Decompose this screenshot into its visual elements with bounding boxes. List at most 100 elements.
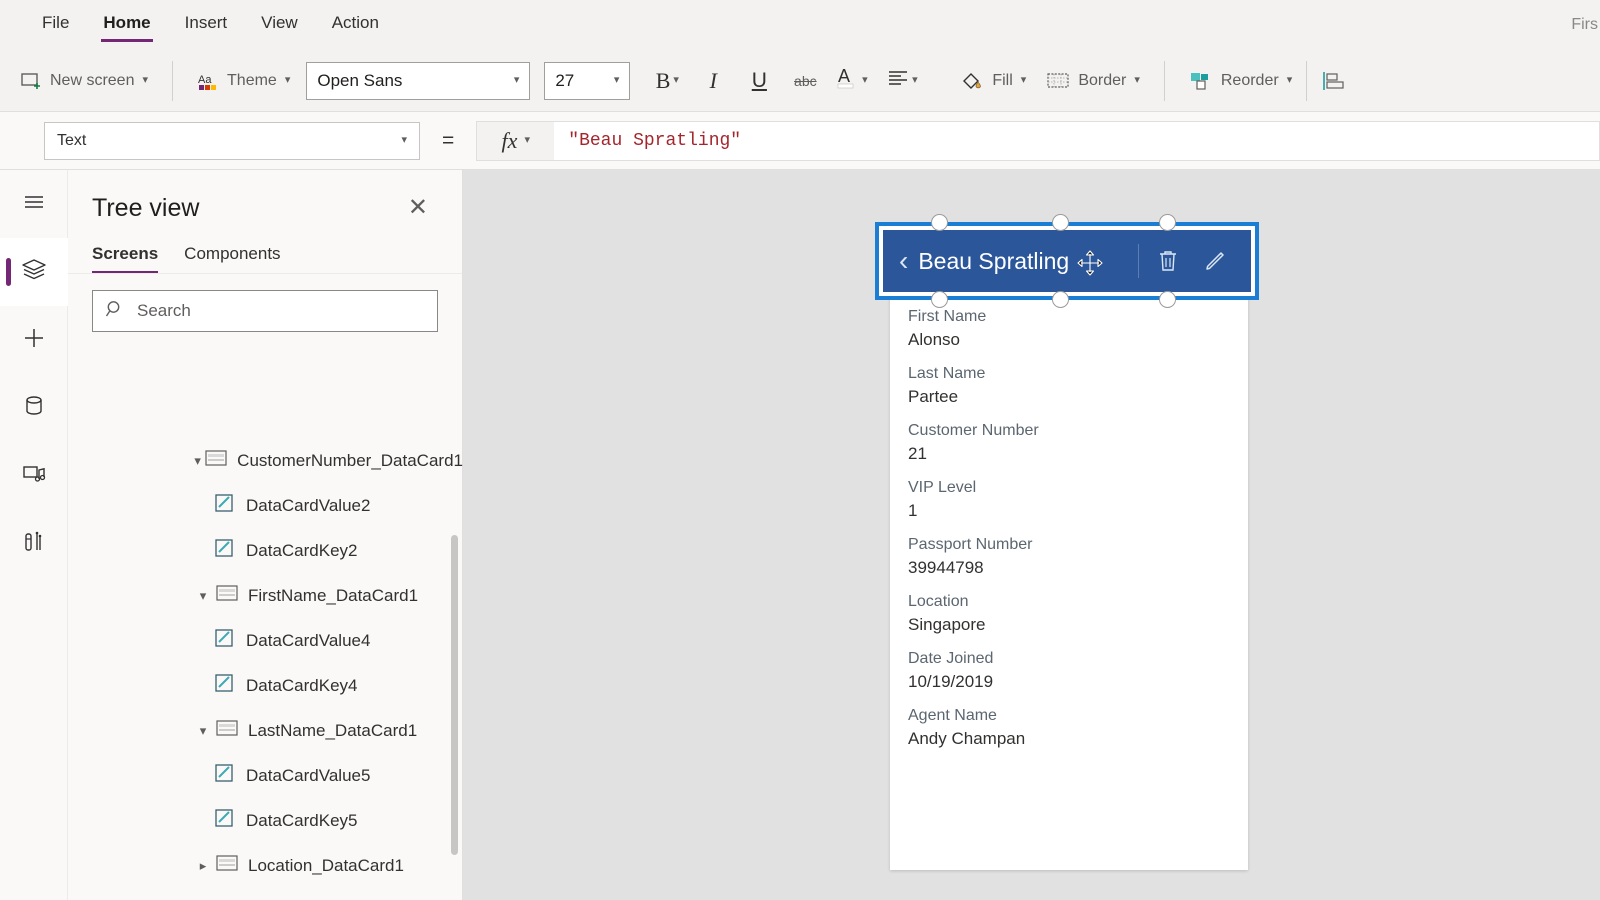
menu-item-file[interactable]: File (40, 9, 71, 42)
rail-button-advanced[interactable] (0, 510, 68, 578)
tree-node-datacardkey4[interactable]: ▾ DataCardKey4 (68, 663, 463, 708)
bold-label: B (655, 67, 671, 93)
chevron-down-icon: ▾ (912, 74, 918, 86)
fill-button[interactable]: Fill ▾ (950, 63, 1036, 99)
field-agent-name[interactable]: Agent Name Andy Champan (890, 707, 1248, 749)
formula-input[interactable]: "Beau Spratling" (554, 120, 1600, 161)
field-passport-number[interactable]: Passport Number 39944798 (890, 536, 1248, 578)
tree-node-datacardkey2[interactable]: ▾ DataCardKey2 (68, 528, 463, 573)
tree-node-datacardvalue2[interactable]: ▾ DataCardValue2 (68, 483, 463, 528)
underline-label: U (751, 68, 767, 92)
property-select[interactable]: Text ▾ (44, 121, 420, 160)
font-color-button[interactable]: A ▾ (828, 61, 874, 101)
rail-button-hamburger[interactable] (0, 170, 68, 238)
tree-node-location-datacard1[interactable]: ▸ Location_DataCard1 (68, 843, 463, 888)
menu-item-home[interactable]: Home (101, 9, 153, 42)
rail-button-data[interactable] (0, 374, 68, 442)
resize-handle-top-left[interactable] (931, 214, 948, 231)
chevron-down-icon[interactable]: ▾ (190, 588, 216, 604)
chevron-right-icon[interactable]: ▸ (190, 858, 216, 874)
menu-item-insert[interactable]: Insert (183, 9, 230, 42)
field-label: Last Name (908, 365, 986, 382)
field-customer-number[interactable]: Customer Number 21 (890, 422, 1248, 464)
new-screen-button[interactable]: New screen ▾ (10, 64, 158, 98)
field-last-name[interactable]: Last Name Partee (890, 365, 1248, 407)
theme-button[interactable]: Aa Theme ▾ (187, 64, 300, 98)
tab-screens[interactable]: Screens (92, 244, 159, 273)
rail-button-media[interactable] (0, 442, 68, 510)
field-date-joined[interactable]: Date Joined 10/19/2019 (890, 650, 1248, 692)
text-input-control-icon (214, 808, 236, 833)
field-value: Partee (908, 387, 959, 406)
align-button[interactable]: ▾ (874, 61, 930, 101)
field-label: Date Joined (908, 650, 994, 667)
close-icon[interactable]: ✕ (402, 192, 434, 224)
advanced-tools-icon (20, 528, 48, 561)
tree-scrollbar[interactable] (451, 535, 458, 855)
app-header-bar[interactable]: ‹ Beau Spratling (883, 230, 1251, 292)
field-value: Alonso (908, 330, 960, 349)
rail-button-tree-view[interactable] (0, 238, 68, 306)
tree-node-list[interactable]: ▾ CustomerNumber_DataCard1 ▾ DataCardVal… (68, 438, 463, 900)
chevron-down-icon[interactable]: ▾ (190, 453, 205, 469)
resize-handle-bottom-center[interactable] (1052, 291, 1069, 308)
tree-node-passportnumber-datacard1[interactable]: ▾ PassportNumber_DataCard1 (68, 888, 463, 900)
pencil-icon[interactable] (1191, 249, 1239, 273)
tree-node-firstname-datacard1[interactable]: ▾ FirstName_DataCard1 (68, 573, 463, 618)
tree-node-datacardkey5[interactable]: ▾ DataCardKey5 (68, 798, 463, 843)
bold-button[interactable]: B ▾ (644, 61, 690, 101)
reorder-button[interactable]: Reorder ▾ (1179, 64, 1302, 98)
field-value: 39944798 (908, 558, 984, 577)
font-size-value: 27 (555, 70, 575, 90)
field-value: 21 (908, 444, 927, 463)
header-title: Beau Spratling (918, 247, 1070, 274)
resize-handle-top-center[interactable] (1052, 214, 1069, 231)
field-vip-level[interactable]: VIP Level 1 (890, 479, 1248, 521)
trash-icon[interactable] (1145, 249, 1191, 273)
ribbon-separator-1 (172, 60, 174, 101)
font-family-select[interactable]: Open Sans ▾ (306, 61, 531, 100)
chevron-down-icon: ▾ (284, 74, 291, 86)
chevron-left-icon[interactable]: ‹ (899, 245, 908, 277)
datacard-icon (216, 719, 238, 742)
display-form: First Name Alonso Last Name Partee Custo… (890, 230, 1248, 749)
underline-button[interactable]: U (736, 61, 782, 101)
selected-control-wrapper[interactable]: ‹ Beau Spratling (875, 214, 1259, 308)
search-input[interactable]: Search (92, 290, 438, 332)
app-canvas[interactable]: First Name Alonso Last Name Partee Custo… (463, 170, 1600, 900)
datacard-icon (205, 449, 227, 472)
field-label: First Name (908, 308, 987, 325)
font-size-select[interactable]: 27 ▾ (544, 61, 631, 100)
menu-item-action[interactable]: Action (330, 9, 381, 42)
field-first-name[interactable]: First Name Alonso (890, 308, 1248, 350)
svg-text:A: A (838, 66, 850, 86)
menu-item-view[interactable]: View (259, 9, 300, 42)
theme-icon: Aa (197, 70, 219, 92)
tree-node-datacardvalue5[interactable]: ▾ DataCardValue5 (68, 753, 463, 798)
resize-handle-bottom-left[interactable] (931, 291, 948, 308)
resize-handle-top-right[interactable] (1159, 214, 1176, 231)
tree-node-datacardvalue4[interactable]: ▾ DataCardValue4 (68, 618, 463, 663)
strikethrough-button[interactable]: abc (782, 61, 828, 101)
border-button[interactable]: Border ▾ (1036, 64, 1150, 98)
resize-handle-bottom-right[interactable] (1159, 291, 1176, 308)
tree-node-customernumber-datacard1[interactable]: ▾ CustomerNumber_DataCard1 (68, 438, 463, 483)
tab-components[interactable]: Components (184, 244, 280, 273)
text-input-control-icon (214, 493, 236, 518)
datacard-icon (216, 584, 238, 607)
tree-node-lastname-datacard1[interactable]: ▾ LastName_DataCard1 (68, 708, 463, 753)
tree-view-header: Tree view ✕ (68, 170, 462, 234)
fx-button[interactable]: fx ▾ (476, 120, 555, 161)
chevron-down-icon[interactable]: ▾ (190, 723, 216, 739)
field-location[interactable]: Location Singapore (890, 593, 1248, 635)
screen-preview[interactable]: First Name Alonso Last Name Partee Custo… (890, 230, 1248, 870)
search-icon (105, 299, 125, 324)
reorder-label: Reorder (1220, 71, 1279, 89)
align-objects-button[interactable] (1311, 64, 1357, 98)
italic-button[interactable]: I (690, 61, 736, 101)
insert-plus-icon (20, 324, 48, 357)
tree-node-label: DataCardValue4 (246, 630, 371, 650)
ribbon-group-text: Aa Theme ▾ Open Sans ▾ 27 ▾ B ▾ I U abc … (177, 50, 940, 111)
field-label: Customer Number (908, 422, 1039, 439)
rail-button-insert[interactable] (0, 306, 68, 374)
